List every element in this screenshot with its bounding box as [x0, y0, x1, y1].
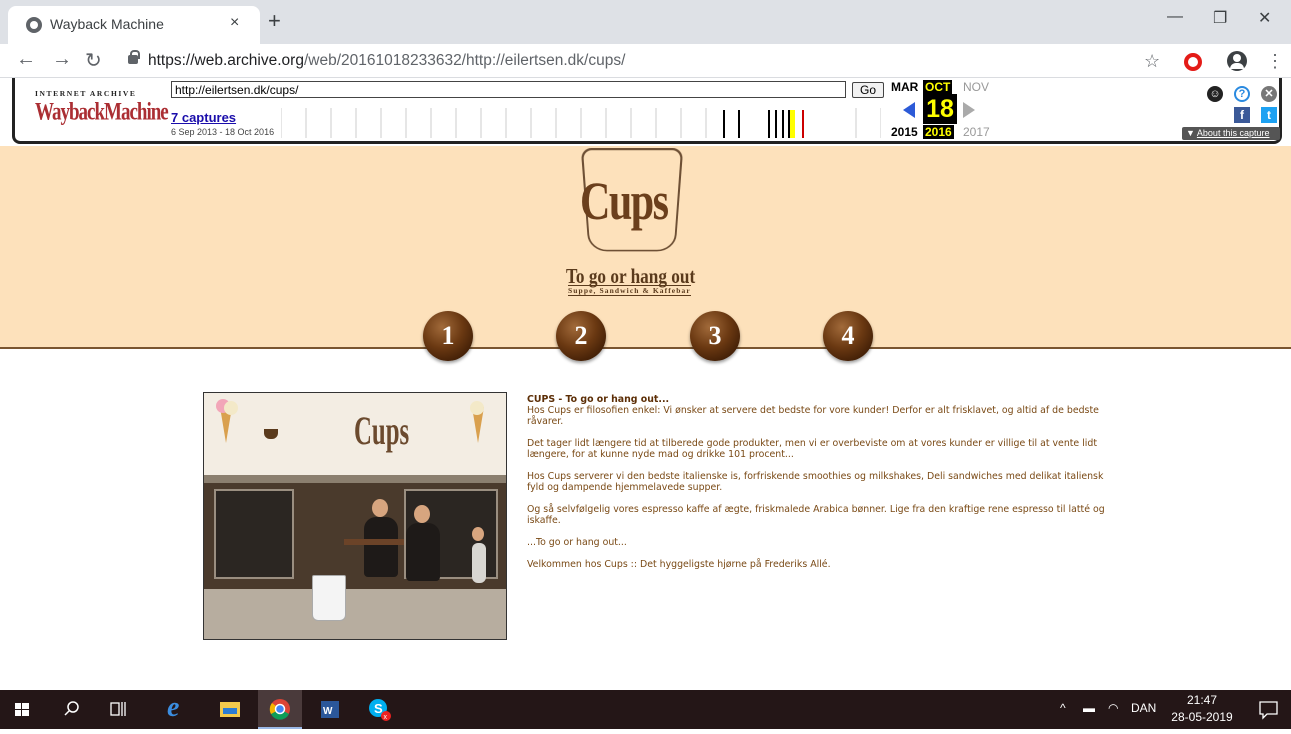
reload-icon[interactable]: ↻ — [85, 48, 102, 73]
address-url[interactable]: https://web.archive.org/web/201610182336… — [148, 52, 625, 70]
shop-photo: Cups — [203, 392, 507, 640]
nav-button-1[interactable]: 1 — [423, 311, 473, 361]
menu-icon[interactable]: ⋮ — [1266, 51, 1284, 72]
language-indicator[interactable]: DAN — [1131, 701, 1156, 715]
tab-title: Wayback Machine — [50, 16, 164, 32]
wayback-toolbar: INTERNET ARCHIVE WaybackMachine http://e… — [12, 78, 1282, 144]
word-icon[interactable]: W — [308, 690, 352, 729]
task-view-icon[interactable] — [95, 690, 139, 729]
battery-icon[interactable]: ▬ — [1083, 701, 1095, 715]
help-icon[interactable]: ? — [1234, 86, 1250, 102]
tab-strip: Wayback Machine × + — ❐ ✕ — [0, 0, 1291, 44]
wayback-url-input[interactable]: http://eilertsen.dk/cups/ — [171, 81, 846, 98]
prev-capture-icon[interactable] — [903, 102, 915, 118]
content-title: CUPS - To go or hang out... — [527, 394, 670, 405]
wifi-icon[interactable]: ◠ — [1108, 701, 1118, 715]
file-explorer-icon[interactable] — [208, 690, 252, 729]
capture-day: 18 — [923, 94, 957, 124]
chrome-icon[interactable] — [258, 690, 302, 729]
close-toolbar-icon[interactable]: ✕ — [1261, 86, 1277, 102]
star-icon[interactable]: ☆ — [1144, 51, 1160, 72]
captures-link[interactable]: 7 captures — [171, 110, 236, 125]
browser-toolbar: ← → ↻ https://web.archive.org/web/201610… — [0, 44, 1291, 78]
notification-icon[interactable] — [1247, 690, 1291, 729]
twitter-icon[interactable]: t — [1261, 107, 1277, 123]
capture-sparkline[interactable] — [281, 102, 881, 138]
facebook-icon[interactable]: f — [1234, 107, 1250, 123]
month-next: NOV — [963, 80, 990, 94]
lock-icon — [128, 50, 140, 64]
new-tab-button[interactable]: + — [268, 10, 281, 32]
next-capture-icon — [963, 102, 975, 118]
forward-icon[interactable]: → — [52, 48, 72, 71]
shop-sign: Cups — [354, 408, 410, 453]
clock-time: 21:47 — [1186, 693, 1218, 707]
site-logo[interactable]: Cups — [580, 170, 669, 232]
paragraph: Hos Cups er filosofien enkel: Vi ønsker … — [527, 405, 1099, 427]
chevron-up-icon[interactable]: ^ — [1060, 701, 1066, 715]
internet-archive-label: INTERNET ARCHIVE — [35, 89, 137, 98]
about-capture-button[interactable]: ▼ About this capture — [1182, 127, 1280, 140]
opera-icon[interactable] — [1184, 53, 1202, 71]
search-icon[interactable] — [50, 690, 94, 729]
paragraph: Hos Cups serverer vi den bedste italiens… — [527, 471, 1104, 493]
site-subtitle: Suppe, Sandwich & Kaffebar — [568, 285, 691, 296]
restore-button[interactable]: ❐ — [1213, 8, 1227, 28]
nav-button-4[interactable]: 4 — [823, 311, 873, 361]
page-content: CUPS - To go or hang out... Hos Cups er … — [527, 394, 1112, 581]
svg-text:W: W — [323, 706, 333, 717]
svg-text:x: x — [384, 714, 388, 721]
year-current: 2016 — [923, 125, 954, 139]
nav-button-2[interactable]: 2 — [556, 311, 606, 361]
tab-close-icon[interactable]: × — [230, 14, 239, 32]
coffee-cup-icon — [264, 429, 278, 439]
clock[interactable]: 21:47 28-05-2019 — [1166, 692, 1238, 726]
tab-wayback[interactable]: Wayback Machine × — [8, 6, 260, 44]
capture-range: 6 Sep 2013 - 18 Oct 2016 — [171, 127, 275, 137]
wayback-logo[interactable]: WaybackMachine — [35, 98, 169, 128]
skype-icon[interactable]: Sx — [358, 690, 402, 729]
windows-taskbar: e W Sx ^ ▬ ◠ DAN 21:47 28-05-2019 — [0, 690, 1291, 729]
account-icon[interactable]: ☺ — [1207, 86, 1223, 102]
site-header: Cups To go or hang out Suppe, Sandwich &… — [0, 146, 1291, 361]
paragraph: Velkommen hos Cups :: Det hyggeligste hj… — [527, 559, 831, 570]
back-icon[interactable]: ← — [16, 48, 36, 71]
year-next: 2017 — [963, 125, 990, 139]
month-prev[interactable]: MAR — [891, 80, 918, 94]
month-current: OCT — [923, 80, 953, 94]
paragraph: Det tager lidt længere tid at tilberede … — [527, 438, 1098, 460]
minimize-button[interactable]: — — [1167, 8, 1183, 26]
go-button[interactable]: Go — [852, 82, 884, 98]
clock-date: 28-05-2019 — [1171, 710, 1233, 724]
close-window-button[interactable]: ✕ — [1258, 8, 1271, 28]
nav-button-3[interactable]: 3 — [690, 311, 740, 361]
edge-icon[interactable]: e — [155, 690, 199, 729]
year-prev[interactable]: 2015 — [891, 125, 918, 139]
paragraph: ...To go or hang out... — [527, 537, 627, 548]
profile-icon[interactable] — [1227, 51, 1247, 71]
paragraph: Og så selvfølgelig vores espresso kaffe … — [527, 504, 1105, 526]
globe-icon — [26, 17, 42, 33]
start-icon[interactable] — [0, 690, 44, 729]
address-bar[interactable]: https://web.archive.org/web/201610182336… — [118, 47, 1178, 75]
archived-page: Cups To go or hang out Suppe, Sandwich &… — [0, 146, 1291, 690]
